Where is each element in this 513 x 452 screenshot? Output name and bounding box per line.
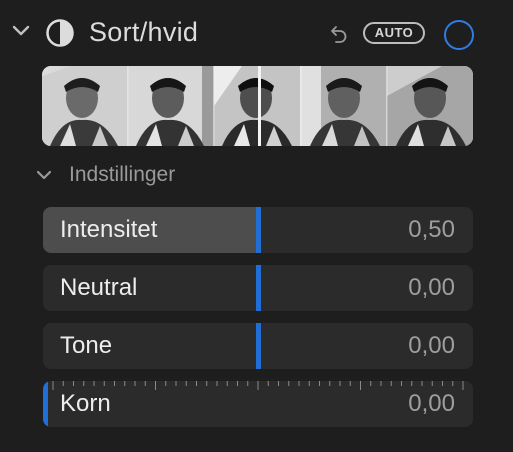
- slider-label: Intensitet: [60, 216, 158, 243]
- photo-thumbnail-icon: [42, 66, 473, 146]
- slider-handle[interactable]: [43, 381, 48, 427]
- slider-value[interactable]: 0,00: [408, 381, 455, 427]
- slider-value[interactable]: 0,00: [408, 323, 455, 369]
- thumbnail-2: [128, 66, 214, 146]
- slider-value[interactable]: 0,00: [408, 265, 455, 311]
- thumbnail-1: [42, 66, 128, 146]
- slider-handle[interactable]: [256, 265, 261, 311]
- thumbnail-4: [301, 66, 387, 146]
- black-white-panel: Sort/hvid AUTO Indstillinger Intensitet …: [0, 0, 513, 452]
- tone-slider[interactable]: Tone 0,00: [43, 323, 473, 369]
- slider-handle[interactable]: [256, 323, 261, 369]
- intensity-slider[interactable]: Intensitet 0,50: [43, 207, 473, 253]
- chevron-down-icon[interactable]: [12, 24, 30, 38]
- slider-label: Korn: [60, 390, 111, 417]
- thumbnail-5: [387, 66, 473, 146]
- thumbnail-3: [214, 66, 301, 146]
- slider-label: Tone: [60, 332, 113, 359]
- half-circle-bw-icon: [46, 19, 74, 47]
- preset-thumbnail-strip[interactable]: [42, 66, 473, 146]
- undo-icon[interactable]: [328, 22, 350, 44]
- section-header[interactable]: Sort/hvid AUTO: [0, 0, 513, 66]
- section-title: Sort/hvid: [89, 17, 199, 47]
- slider-value[interactable]: 0,50: [408, 207, 455, 253]
- neutral-slider[interactable]: Neutral 0,00: [43, 265, 473, 311]
- slider-handle[interactable]: [256, 207, 261, 253]
- auto-button[interactable]: AUTO: [363, 22, 425, 44]
- grain-slider[interactable]: Korn 0,00: [43, 381, 473, 427]
- chevron-down-icon[interactable]: [36, 169, 52, 181]
- settings-subsection-title[interactable]: Indstillinger: [69, 161, 175, 189]
- enable-toggle-icon[interactable]: [444, 20, 474, 50]
- slider-label: Neutral: [60, 274, 138, 301]
